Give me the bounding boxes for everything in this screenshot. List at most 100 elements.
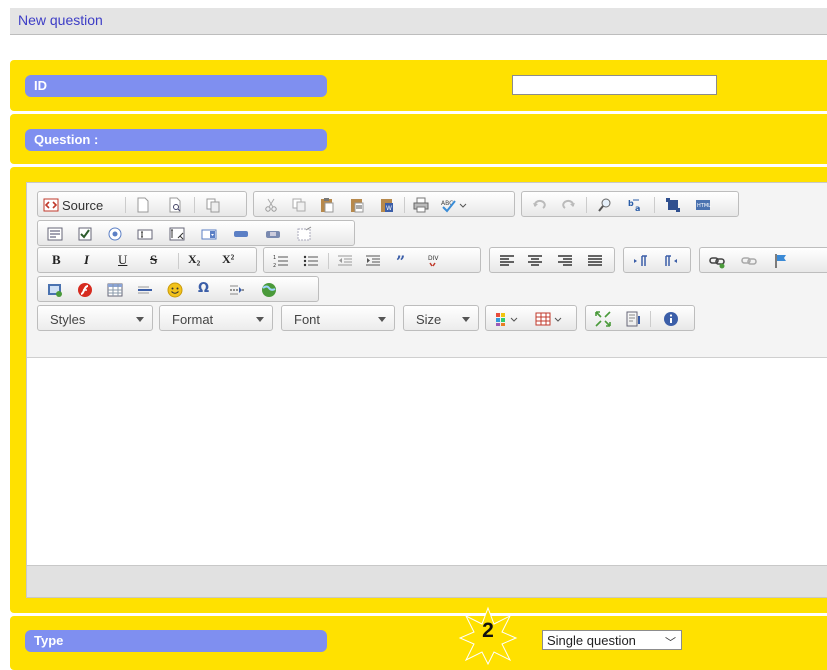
svg-text:a: a (635, 204, 640, 213)
question-label: Question : (25, 129, 327, 151)
text-field-icon[interactable] (136, 225, 154, 243)
blockquote-icon[interactable]: ” (394, 252, 412, 270)
info-icon[interactable] (662, 310, 680, 328)
editor-toolbar: Source W ABC b a HTML B I U S X₂ X² 1 2 … (27, 183, 827, 358)
table-icon[interactable] (106, 281, 124, 299)
undo-icon[interactable] (530, 196, 548, 214)
numbered-list-icon[interactable]: 12 (272, 252, 290, 270)
iframe-globe-icon[interactable] (260, 281, 278, 299)
image-icon[interactable] (46, 281, 64, 299)
textarea-icon[interactable] (168, 225, 186, 243)
links-group (699, 247, 827, 273)
toolbar-separator (654, 197, 655, 213)
question-row: Question : (10, 114, 827, 164)
text-direction-ltr-icon[interactable] (632, 252, 650, 270)
spellcheck-icon[interactable]: ABC (440, 196, 468, 214)
direction-group (623, 247, 691, 273)
paragraph-group: 12 ” DIV (263, 247, 481, 273)
format-dropdown-label: Format (172, 312, 214, 327)
align-right-icon[interactable] (556, 252, 574, 270)
button-field-icon[interactable] (232, 225, 250, 243)
image-button-icon[interactable] (264, 225, 282, 243)
svg-text:2: 2 (273, 263, 276, 269)
print-icon[interactable] (412, 196, 430, 214)
page-break-icon[interactable] (228, 281, 246, 299)
select-all-icon[interactable] (664, 196, 682, 214)
link-icon[interactable] (708, 252, 726, 270)
redo-icon[interactable] (560, 196, 578, 214)
outdent-icon[interactable] (336, 252, 354, 270)
svg-text:W: W (386, 205, 392, 212)
type-row: Type Single question ﹀ (10, 616, 827, 670)
toolbar-separator (650, 311, 651, 327)
paste-text-icon[interactable] (348, 196, 366, 214)
text-color-icon[interactable] (494, 310, 522, 328)
chevron-down-icon (136, 317, 144, 322)
subscript-button[interactable]: X₂ (188, 252, 200, 267)
paste-icon[interactable] (318, 196, 336, 214)
colors-group (485, 305, 577, 331)
templates-icon[interactable] (204, 196, 222, 214)
tools-group (585, 305, 695, 331)
unlink-icon[interactable] (740, 252, 758, 270)
new-page-icon[interactable] (134, 196, 152, 214)
justify-icon[interactable] (586, 252, 604, 270)
question-editor-panel: Source W ABC b a HTML B I U S X₂ X² 1 2 … (10, 167, 827, 613)
superscript-button[interactable]: X² (222, 252, 234, 267)
type-label: Type (25, 630, 327, 652)
editor-content-area[interactable] (27, 359, 827, 566)
id-label: ID (25, 75, 327, 97)
form-icon[interactable] (46, 225, 64, 243)
font-dropdown-label: Font (294, 312, 321, 327)
preview-icon[interactable] (166, 196, 184, 214)
text-direction-rtl-icon[interactable] (662, 252, 680, 270)
id-row: ID (10, 60, 827, 111)
maximize-icon[interactable] (594, 310, 612, 328)
format-dropdown[interactable]: Format (159, 305, 273, 331)
hidden-field-icon[interactable] (296, 225, 314, 243)
toolbar-separator (328, 253, 329, 269)
type-select[interactable]: Single question ﹀ (542, 630, 682, 650)
special-char-button[interactable]: Ω (198, 281, 209, 296)
id-field[interactable] (512, 75, 717, 95)
svg-text:HTML: HTML (697, 203, 711, 209)
size-dropdown[interactable]: Size (403, 305, 479, 331)
horizontal-rule-icon[interactable] (136, 281, 154, 299)
flash-icon[interactable] (76, 281, 94, 299)
toolbar-separator (125, 197, 126, 213)
rich-text-editor: Source W ABC b a HTML B I U S X₂ X² 1 2 … (26, 182, 827, 598)
chevron-down-icon (462, 317, 470, 322)
editor-status-bar (27, 565, 827, 597)
italic-button[interactable]: I (84, 252, 89, 268)
div-container-icon[interactable]: DIV (426, 252, 444, 270)
source-icon[interactable] (42, 196, 60, 214)
radio-icon[interactable] (106, 225, 124, 243)
toolbar-separator (194, 197, 195, 213)
replace-icon[interactable]: ba (626, 196, 648, 214)
align-left-icon[interactable] (498, 252, 516, 270)
html-block-icon[interactable]: HTML (694, 196, 712, 214)
source-button[interactable]: Source (62, 198, 103, 213)
size-dropdown-label: Size (416, 312, 442, 327)
svg-text:DIV: DIV (428, 255, 439, 262)
smiley-icon[interactable] (166, 281, 184, 299)
copy-icon[interactable] (290, 196, 308, 214)
step-number: 2 (482, 619, 494, 642)
strikethrough-button[interactable]: S (150, 252, 157, 268)
bulleted-list-icon[interactable] (302, 252, 320, 270)
checkbox-icon[interactable] (76, 225, 94, 243)
align-center-icon[interactable] (526, 252, 544, 270)
find-icon[interactable] (596, 196, 614, 214)
indent-icon[interactable] (364, 252, 382, 270)
anchor-flag-icon[interactable] (772, 252, 790, 270)
select-field-icon[interactable] (200, 225, 218, 243)
paste-word-icon[interactable]: W (378, 196, 396, 214)
table-color-icon[interactable] (534, 310, 566, 328)
styles-dropdown[interactable]: Styles (37, 305, 153, 331)
align-group (489, 247, 615, 273)
bold-button[interactable]: B (52, 252, 61, 268)
show-blocks-icon[interactable] (624, 310, 642, 328)
cut-icon[interactable] (262, 196, 280, 214)
font-dropdown[interactable]: Font (281, 305, 395, 331)
underline-button[interactable]: U (118, 252, 127, 268)
